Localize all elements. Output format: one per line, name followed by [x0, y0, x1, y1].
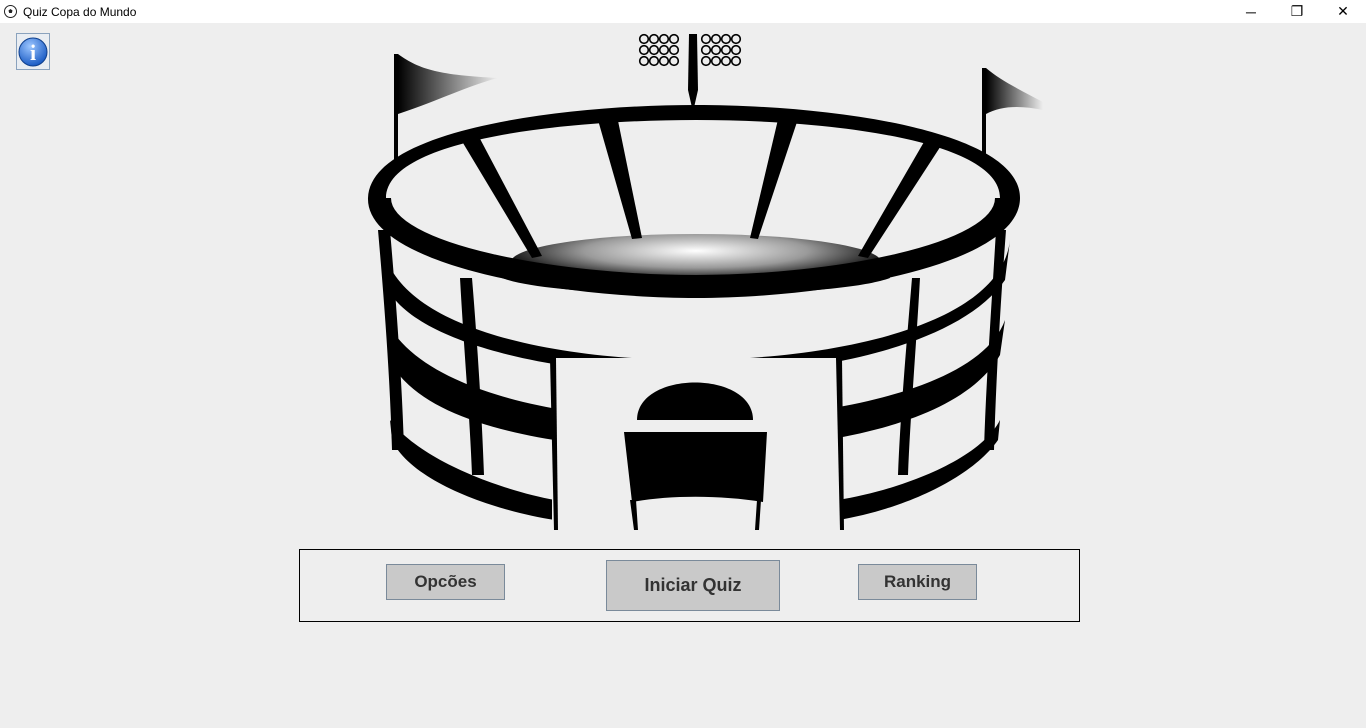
minimize-button[interactable]: ─ [1228, 0, 1274, 23]
menu-panel: Opcões Iniciar Quiz Ranking [299, 549, 1080, 622]
svg-text:i: i [30, 40, 36, 65]
stadium-icon [367, 33, 1043, 530]
ranking-button[interactable]: Ranking [858, 564, 977, 600]
info-button[interactable]: i [16, 33, 50, 70]
soccer-ball-icon [4, 5, 17, 18]
flag-icon [394, 54, 398, 160]
close-icon: ✕ [1337, 3, 1349, 19]
window-title: Quiz Copa do Mundo [23, 4, 137, 19]
flag-icon [982, 68, 986, 158]
window-controls: ─ ❐ ✕ [1228, 0, 1366, 23]
close-button[interactable]: ✕ [1320, 0, 1366, 23]
options-button[interactable]: Opcões [386, 564, 505, 600]
restore-icon: ❐ [1290, 3, 1304, 19]
start-quiz-button[interactable]: Iniciar Quiz [606, 560, 780, 611]
info-icon: i [18, 37, 48, 66]
restore-button[interactable]: ❐ [1274, 0, 1320, 23]
title-bar: Quiz Copa do Mundo ─ ❐ ✕ [0, 0, 1366, 23]
minimize-icon: ─ [1246, 3, 1256, 20]
